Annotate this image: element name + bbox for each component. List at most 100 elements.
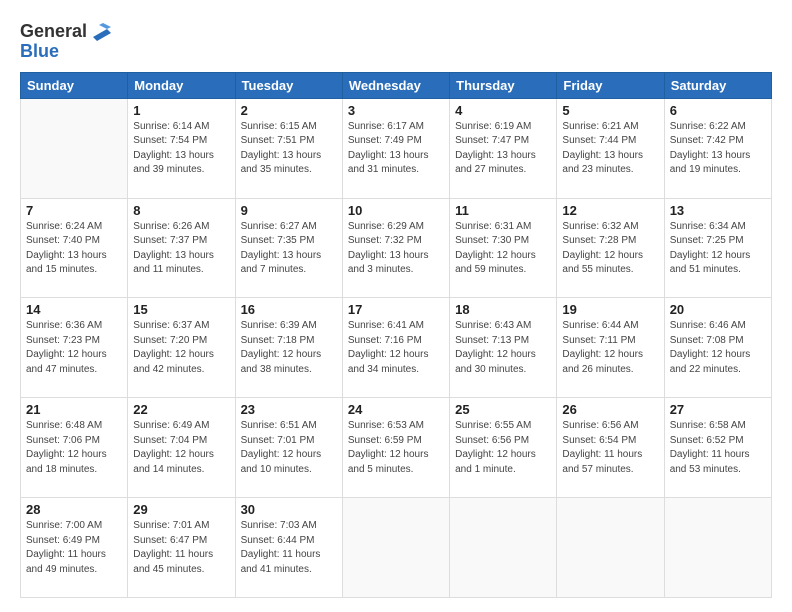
day-info: Sunrise: 6:26 AM Sunset: 7:37 PM Dayligh… xyxy=(133,220,229,278)
calendar-cell: 15 Sunrise: 6:37 AM Sunset: 7:20 PM Dayli… xyxy=(128,298,235,398)
day-info: Sunrise: 6:22 AM Sunset: 7:42 PM Dayligh… xyxy=(670,120,766,178)
day-info: Sunrise: 6:43 AM Sunset: 7:13 PM Dayligh… xyxy=(455,319,551,377)
day-number: 23 xyxy=(241,402,337,417)
day-header-tuesday: Tuesday xyxy=(235,72,342,98)
day-info: Sunrise: 6:21 AM Sunset: 7:44 PM Dayligh… xyxy=(562,120,658,178)
calendar-week-5: 28 Sunrise: 7:00 AM Sunset: 6:49 PM Dayli… xyxy=(21,498,772,598)
day-number: 15 xyxy=(133,302,229,317)
day-number: 27 xyxy=(670,402,766,417)
day-header-wednesday: Wednesday xyxy=(342,72,449,98)
calendar-cell xyxy=(664,498,771,598)
calendar-header-row: SundayMondayTuesdayWednesdayThursdayFrid… xyxy=(21,72,772,98)
day-info: Sunrise: 7:01 AM Sunset: 6:47 PM Dayligh… xyxy=(133,519,229,577)
day-number: 6 xyxy=(670,103,766,118)
day-info: Sunrise: 6:48 AM Sunset: 7:06 PM Dayligh… xyxy=(26,419,122,477)
day-info: Sunrise: 6:41 AM Sunset: 7:16 PM Dayligh… xyxy=(348,319,444,377)
calendar-cell: 27 Sunrise: 6:58 AM Sunset: 6:52 PM Dayli… xyxy=(664,398,771,498)
day-number: 24 xyxy=(348,402,444,417)
calendar-cell: 1 Sunrise: 6:14 AM Sunset: 7:54 PM Daylig… xyxy=(128,98,235,198)
calendar-cell: 26 Sunrise: 6:56 AM Sunset: 6:54 PM Dayli… xyxy=(557,398,664,498)
day-header-monday: Monday xyxy=(128,72,235,98)
day-header-thursday: Thursday xyxy=(450,72,557,98)
day-number: 10 xyxy=(348,203,444,218)
day-number: 21 xyxy=(26,402,122,417)
calendar-cell: 5 Sunrise: 6:21 AM Sunset: 7:44 PM Daylig… xyxy=(557,98,664,198)
day-number: 12 xyxy=(562,203,658,218)
day-info: Sunrise: 6:31 AM Sunset: 7:30 PM Dayligh… xyxy=(455,220,551,278)
day-header-saturday: Saturday xyxy=(664,72,771,98)
calendar-week-4: 21 Sunrise: 6:48 AM Sunset: 7:06 PM Dayli… xyxy=(21,398,772,498)
day-info: Sunrise: 6:17 AM Sunset: 7:49 PM Dayligh… xyxy=(348,120,444,178)
header: General Blue xyxy=(20,18,772,62)
calendar-cell: 21 Sunrise: 6:48 AM Sunset: 7:06 PM Dayli… xyxy=(21,398,128,498)
day-info: Sunrise: 6:34 AM Sunset: 7:25 PM Dayligh… xyxy=(670,220,766,278)
day-info: Sunrise: 6:36 AM Sunset: 7:23 PM Dayligh… xyxy=(26,319,122,377)
day-info: Sunrise: 6:56 AM Sunset: 6:54 PM Dayligh… xyxy=(562,419,658,477)
calendar-week-2: 7 Sunrise: 6:24 AM Sunset: 7:40 PM Daylig… xyxy=(21,198,772,298)
day-number: 8 xyxy=(133,203,229,218)
logo-blue: Blue xyxy=(20,41,59,61)
day-header-sunday: Sunday xyxy=(21,72,128,98)
calendar-cell: 9Sunrise: 6:27 AM Sunset: 7:35 PM Daylig… xyxy=(235,198,342,298)
day-info: Sunrise: 6:14 AM Sunset: 7:54 PM Dayligh… xyxy=(133,120,229,178)
day-number: 5 xyxy=(562,103,658,118)
day-number: 28 xyxy=(26,502,122,517)
logo-icon xyxy=(89,19,111,41)
day-number: 29 xyxy=(133,502,229,517)
calendar-cell: 30 Sunrise: 7:03 AM Sunset: 6:44 PM Dayli… xyxy=(235,498,342,598)
day-info: Sunrise: 6:19 AM Sunset: 7:47 PM Dayligh… xyxy=(455,120,551,178)
day-info: Sunrise: 6:44 AM Sunset: 7:11 PM Dayligh… xyxy=(562,319,658,377)
day-number: 3 xyxy=(348,103,444,118)
day-number: 16 xyxy=(241,302,337,317)
calendar-cell: 22 Sunrise: 6:49 AM Sunset: 7:04 PM Dayli… xyxy=(128,398,235,498)
logo-general: General xyxy=(20,21,87,41)
day-info: Sunrise: 6:32 AM Sunset: 7:28 PM Dayligh… xyxy=(562,220,658,278)
day-info: Sunrise: 6:24 AM Sunset: 7:40 PM Dayligh… xyxy=(26,220,122,278)
day-number: 19 xyxy=(562,302,658,317)
calendar-cell: 16Sunrise: 6:39 AM Sunset: 7:18 PM Dayli… xyxy=(235,298,342,398)
day-info: Sunrise: 6:55 AM Sunset: 6:56 PM Dayligh… xyxy=(455,419,551,477)
calendar-cell: 25Sunrise: 6:55 AM Sunset: 6:56 PM Dayli… xyxy=(450,398,557,498)
day-info: Sunrise: 6:37 AM Sunset: 7:20 PM Dayligh… xyxy=(133,319,229,377)
calendar-cell xyxy=(342,498,449,598)
calendar-cell: 11Sunrise: 6:31 AM Sunset: 7:30 PM Dayli… xyxy=(450,198,557,298)
calendar-cell: 20Sunrise: 6:46 AM Sunset: 7:08 PM Dayli… xyxy=(664,298,771,398)
calendar-cell: 19 Sunrise: 6:44 AM Sunset: 7:11 PM Dayli… xyxy=(557,298,664,398)
calendar-cell xyxy=(450,498,557,598)
day-number: 4 xyxy=(455,103,551,118)
day-number: 26 xyxy=(562,402,658,417)
day-number: 9 xyxy=(241,203,337,218)
day-info: Sunrise: 7:03 AM Sunset: 6:44 PM Dayligh… xyxy=(241,519,337,577)
calendar-cell: 6 Sunrise: 6:22 AM Sunset: 7:42 PM Daylig… xyxy=(664,98,771,198)
day-info: Sunrise: 6:53 AM Sunset: 6:59 PM Dayligh… xyxy=(348,419,444,477)
day-number: 30 xyxy=(241,502,337,517)
calendar-cell: 13 Sunrise: 6:34 AM Sunset: 7:25 PM Dayli… xyxy=(664,198,771,298)
calendar-cell: 29 Sunrise: 7:01 AM Sunset: 6:47 PM Dayli… xyxy=(128,498,235,598)
calendar-cell xyxy=(557,498,664,598)
day-header-friday: Friday xyxy=(557,72,664,98)
calendar-cell: 17 Sunrise: 6:41 AM Sunset: 7:16 PM Dayli… xyxy=(342,298,449,398)
logo: General Blue xyxy=(20,22,111,62)
calendar-cell: 8 Sunrise: 6:26 AM Sunset: 7:37 PM Daylig… xyxy=(128,198,235,298)
day-info: Sunrise: 6:46 AM Sunset: 7:08 PM Dayligh… xyxy=(670,319,766,377)
calendar-cell: 7 Sunrise: 6:24 AM Sunset: 7:40 PM Daylig… xyxy=(21,198,128,298)
calendar-table: SundayMondayTuesdayWednesdayThursdayFrid… xyxy=(20,72,772,598)
day-number: 18 xyxy=(455,302,551,317)
calendar-cell: 18 Sunrise: 6:43 AM Sunset: 7:13 PM Dayli… xyxy=(450,298,557,398)
day-number: 1 xyxy=(133,103,229,118)
calendar-cell: 4 Sunrise: 6:19 AM Sunset: 7:47 PM Daylig… xyxy=(450,98,557,198)
day-info: Sunrise: 7:00 AM Sunset: 6:49 PM Dayligh… xyxy=(26,519,122,577)
day-info: Sunrise: 6:49 AM Sunset: 7:04 PM Dayligh… xyxy=(133,419,229,477)
calendar-cell: 28 Sunrise: 7:00 AM Sunset: 6:49 PM Dayli… xyxy=(21,498,128,598)
day-number: 17 xyxy=(348,302,444,317)
calendar-cell: 24 Sunrise: 6:53 AM Sunset: 6:59 PM Dayli… xyxy=(342,398,449,498)
day-info: Sunrise: 6:58 AM Sunset: 6:52 PM Dayligh… xyxy=(670,419,766,477)
day-number: 13 xyxy=(670,203,766,218)
day-info: Sunrise: 6:15 AM Sunset: 7:51 PM Dayligh… xyxy=(241,120,337,178)
day-number: 22 xyxy=(133,402,229,417)
calendar-cell: 3 Sunrise: 6:17 AM Sunset: 7:49 PM Daylig… xyxy=(342,98,449,198)
day-number: 14 xyxy=(26,302,122,317)
day-info: Sunrise: 6:51 AM Sunset: 7:01 PM Dayligh… xyxy=(241,419,337,477)
calendar-week-1: 1 Sunrise: 6:14 AM Sunset: 7:54 PM Daylig… xyxy=(21,98,772,198)
day-number: 7 xyxy=(26,203,122,218)
